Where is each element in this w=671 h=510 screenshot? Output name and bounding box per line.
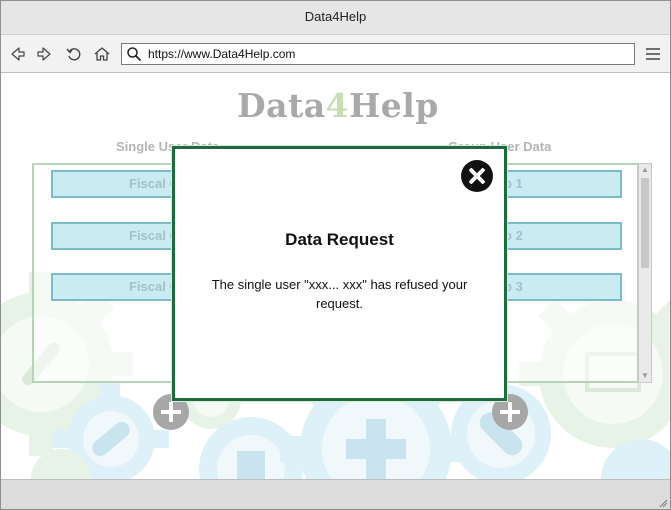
scrollbar-thumb[interactable] — [641, 178, 649, 268]
logo-suffix: Help — [349, 86, 439, 125]
window-title: Data4Help — [304, 9, 367, 24]
back-arrow-icon[interactable] — [7, 43, 29, 65]
hamburger-menu-icon[interactable] — [642, 45, 664, 63]
address-bar[interactable] — [121, 43, 635, 65]
resize-grip-icon[interactable] — [658, 498, 668, 508]
home-icon[interactable] — [91, 43, 113, 65]
search-icon — [127, 47, 142, 62]
data4help-logo: Data4Help — [237, 86, 439, 130]
data-request-dialog: Data Request The single user "xxx... xxx… — [172, 146, 507, 401]
scroll-up-icon[interactable]: ▲ — [641, 166, 649, 174]
logo-digit: 4 — [325, 86, 350, 125]
logo-prefix: Data — [237, 86, 326, 125]
browser-window: Data4Help https://www.Data4Help.com Data… — [0, 0, 671, 510]
reload-icon[interactable] — [63, 43, 85, 65]
scrollbar[interactable]: ▲ ▼ — [638, 163, 652, 383]
close-icon[interactable] — [461, 160, 493, 192]
dialog-message: The single user "xxx... xxx" has refused… — [211, 277, 468, 311]
forward-arrow-icon[interactable] — [33, 43, 55, 65]
url-input[interactable] — [148, 44, 628, 64]
status-bar — [1, 479, 670, 509]
scroll-down-icon[interactable]: ▼ — [641, 372, 649, 380]
window-titlebar: Data4Help — [1, 1, 670, 35]
browser-toolbar — [1, 35, 670, 73]
dialog-title: Data Request — [285, 230, 394, 249]
